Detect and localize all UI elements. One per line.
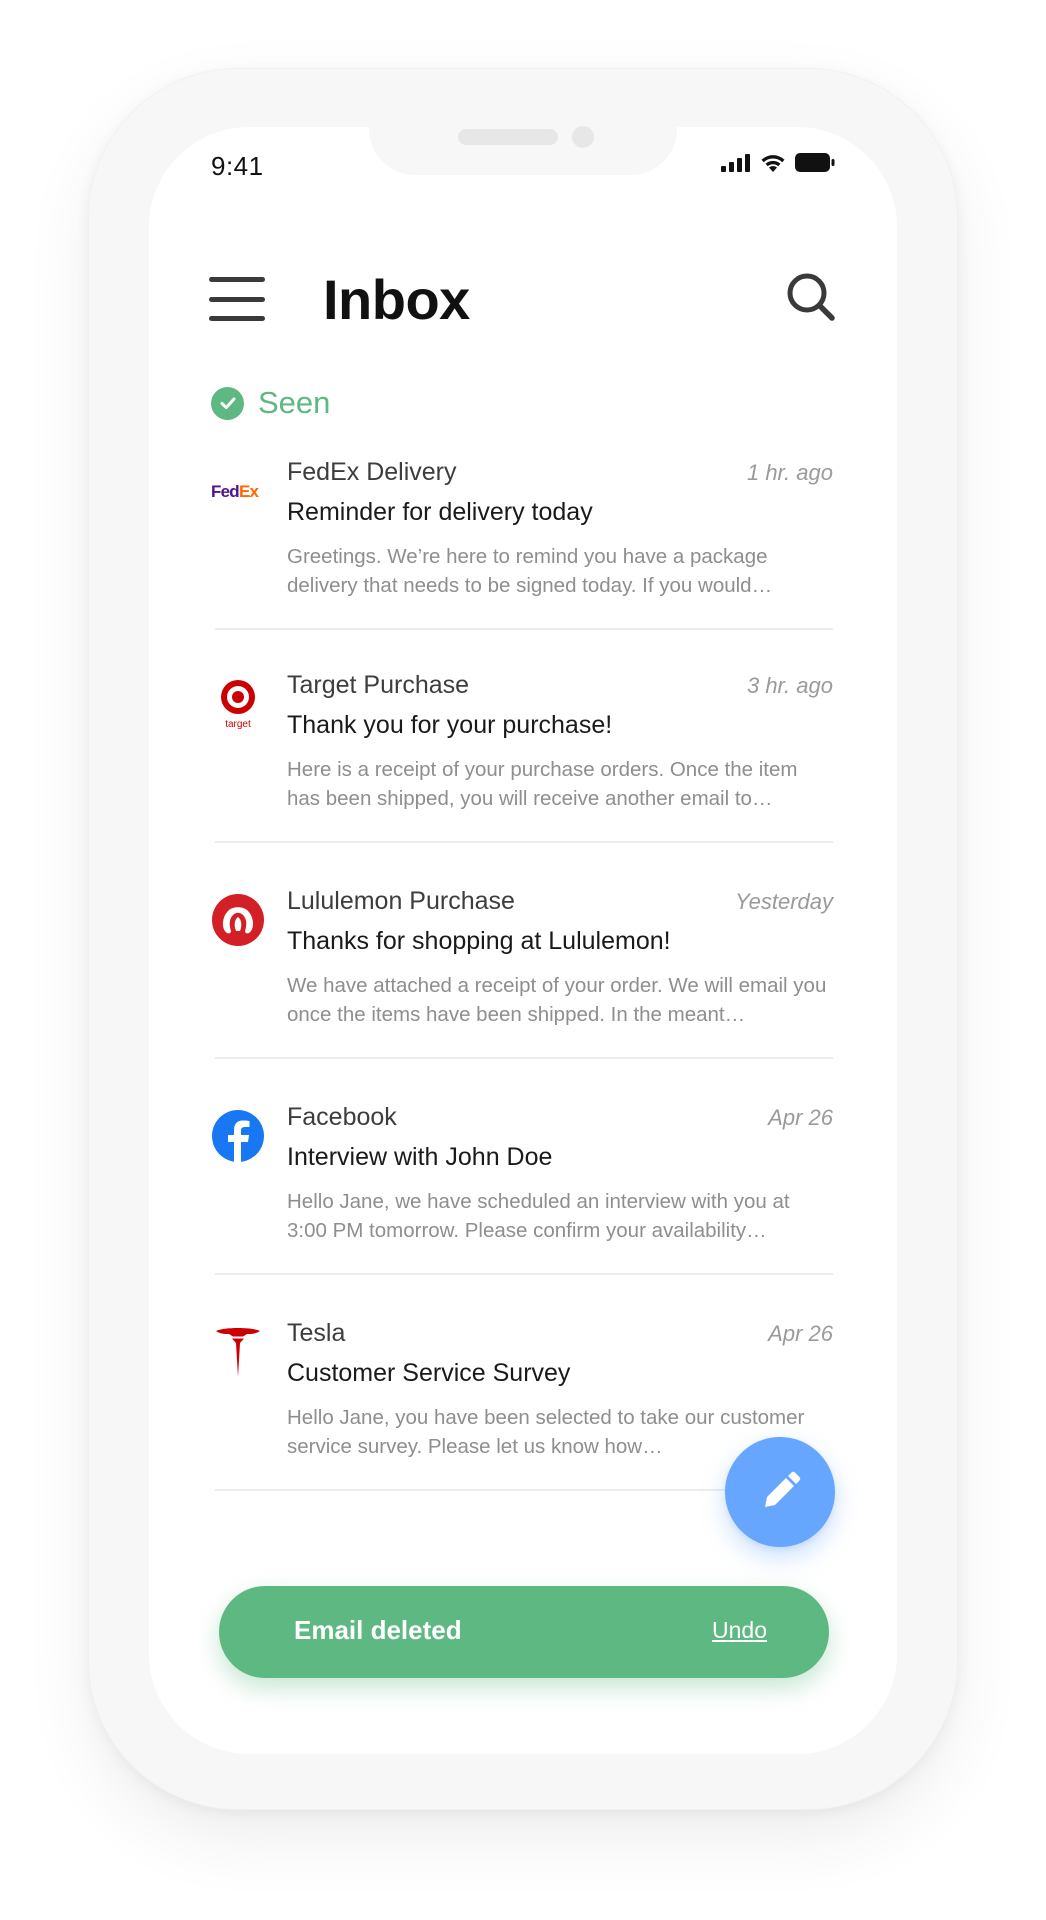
signal-icon [721,153,750,172]
check-circle-icon [211,386,244,420]
email-preview: Greetings. We’re here to remind you have… [287,545,773,597]
svg-text:Ex: Ex [239,482,260,501]
email-item[interactable]: target Target Purchase 3 hr. ago Thank y… [211,671,833,843]
fedex-wordmark-icon: Fed Ex [211,482,260,501]
email-time: Apr 26 [768,1105,833,1130]
tesla-logo [211,1325,265,1379]
front-camera [572,126,594,148]
menu-icon[interactable] [209,277,265,321]
email-item[interactable]: Fed Ex FedEx Delivery 1 hr. ago Reminder… [211,458,833,630]
page-title: Inbox [323,268,470,331]
divider [215,1273,833,1275]
email-subject: Customer Service Survey [287,1359,571,1387]
tesla-t-icon [216,1328,260,1377]
email-preview: Here is a receipt of your purchase order… [287,758,798,810]
checkmark-icon [220,397,235,409]
phone-screen: 9:41 Inbox Seen Fed Ex FedEx Delivery 1 … [149,127,897,1754]
email-preview: We have attached a receipt of your order… [287,974,827,1026]
status-time: 9:41 [211,151,264,181]
menu-bar [209,277,265,282]
email-item[interactable]: Lululemon Purchase Yesterday Thanks for … [211,887,833,1059]
menu-bar [209,296,265,302]
section-label: Seen [258,385,331,420]
lululemon-omega-icon [212,894,264,946]
email-sender: Target Purchase [287,671,470,699]
menu-bar [209,316,265,321]
email-time: Yesterday [735,889,833,914]
battery-icon [795,153,835,172]
snackbar-message: Email deleted [294,1615,462,1645]
divider [215,1057,833,1059]
undo-button[interactable]: Undo [712,1617,767,1644]
svg-text:Fed: Fed [211,482,239,501]
email-sender: Tesla [287,1319,346,1347]
pencil-icon [765,1471,801,1507]
status-icons [721,153,835,172]
email-item[interactable]: Facebook Apr 26 Interview with John Doe … [211,1103,833,1275]
email-time: 3 hr. ago [746,673,833,698]
email-subject: Thank you for your purchase! [287,711,613,739]
email-time: Apr 26 [768,1321,833,1346]
compose-button[interactable] [725,1437,835,1547]
target-bullseye-icon: target [221,680,255,730]
target-logo-text: target [225,719,251,730]
wifi-icon [761,155,785,172]
header: Inbox [149,247,897,347]
email-time: 1 hr. ago [746,460,833,485]
target-logo: target [211,677,265,731]
facebook-logo [211,1109,265,1163]
email-subject: Interview with John Doe [287,1143,553,1171]
stage: 9:41 Inbox Seen Fed Ex FedEx Delivery 1 … [0,0,1046,1920]
email-sender: Lululemon Purchase [287,887,515,915]
snackbar: Email deleted Undo [219,1586,829,1678]
speaker [458,129,558,145]
divider [215,628,833,630]
email-sender: Facebook [287,1103,397,1131]
fedex-logo: Fed Ex [211,464,265,518]
section-header-seen: Seen [211,385,330,421]
email-subject: Reminder for delivery today [287,498,593,526]
facebook-f-icon [212,1110,264,1162]
divider [215,841,833,843]
email-sender: FedEx Delivery [287,458,457,486]
email-preview: Hello Jane, we have scheduled an intervi… [287,1190,790,1242]
lululemon-logo [211,893,265,947]
email-subject: Thanks for shopping at Lululemon! [287,927,671,955]
search-icon[interactable] [783,269,839,325]
